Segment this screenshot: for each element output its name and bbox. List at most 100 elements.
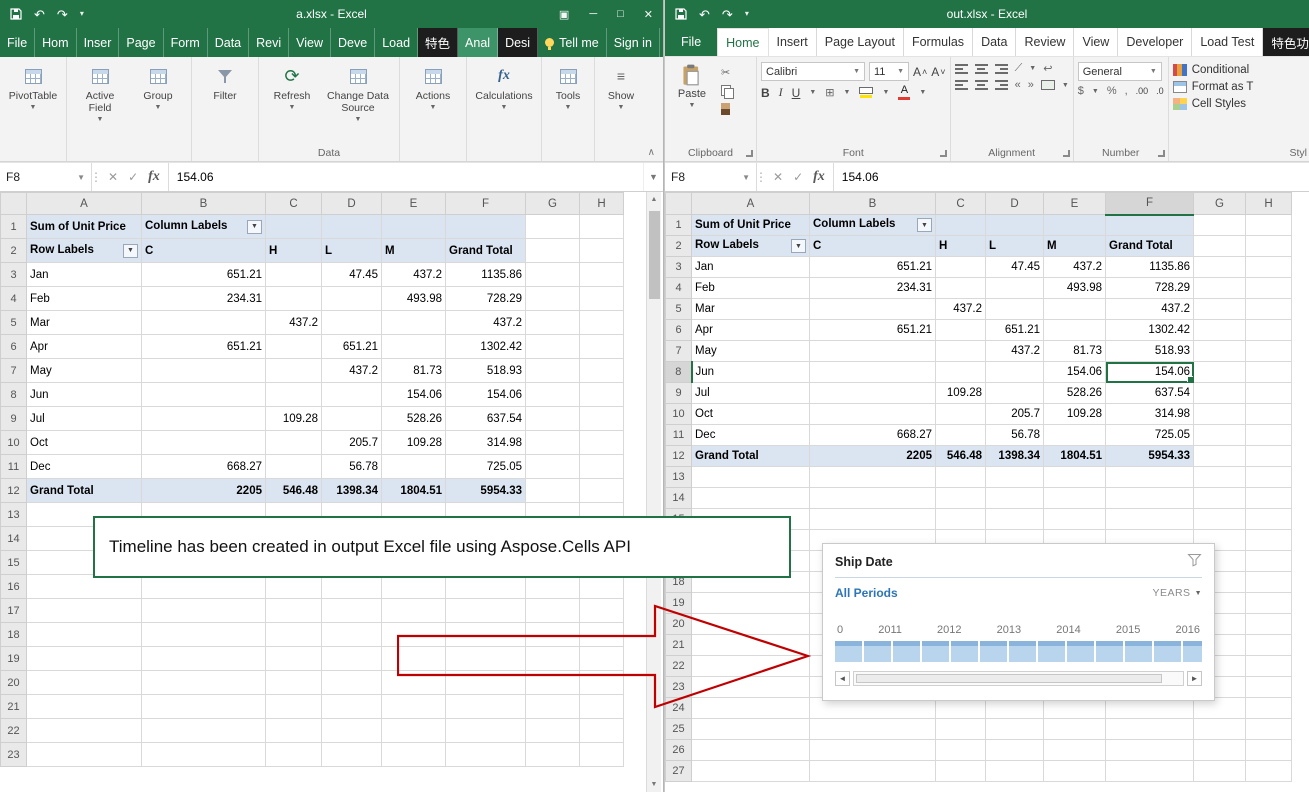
select-all-corner[interactable] [666, 193, 692, 215]
cell[interactable] [27, 623, 142, 647]
row-header[interactable]: 6 [1, 335, 27, 359]
cell[interactable]: 546.48 [266, 479, 322, 503]
cell[interactable] [266, 383, 322, 407]
tab-load-test[interactable]: Load Test [1192, 28, 1263, 56]
tab-file[interactable]: File [0, 28, 35, 57]
clear-filter-icon[interactable] [1187, 553, 1202, 570]
cell[interactable] [1194, 488, 1246, 509]
cell[interactable] [526, 479, 580, 503]
cell[interactable] [936, 362, 986, 383]
cell[interactable] [580, 239, 624, 263]
cell[interactable] [580, 719, 624, 743]
timeline-band[interactable] [835, 641, 1202, 662]
cell[interactable] [142, 599, 266, 623]
copy-icon[interactable] [721, 85, 733, 97]
cell[interactable]: 546.48 [936, 446, 986, 467]
column-header[interactable]: H [580, 193, 624, 215]
row-header[interactable]: 2 [1, 239, 27, 263]
bold-button[interactable]: B [761, 86, 770, 100]
pivot-col-header[interactable]: M [382, 239, 446, 263]
formula-input[interactable]: 154.06 [834, 163, 1309, 191]
cell[interactable] [266, 743, 322, 767]
cell[interactable]: Mar [27, 311, 142, 335]
cell[interactable] [266, 623, 322, 647]
cell[interactable] [27, 671, 142, 695]
number-dialog-launcher-icon[interactable] [1158, 150, 1165, 157]
cell[interactable] [1246, 614, 1292, 635]
timeline-year-label[interactable]: 0 [837, 624, 843, 636]
cell[interactable]: 518.93 [446, 359, 526, 383]
cell[interactable] [580, 383, 624, 407]
column-header[interactable]: F [446, 193, 526, 215]
cell[interactable] [322, 311, 382, 335]
save-icon[interactable] [675, 8, 687, 20]
wrap-text-icon[interactable]: ↩ [1043, 62, 1052, 75]
maximize-button[interactable]: □ [617, 8, 624, 21]
cell[interactable]: 651.21 [322, 335, 382, 359]
cell[interactable] [1044, 425, 1106, 446]
cell[interactable]: 5954.33 [1106, 446, 1194, 467]
cell[interactable] [1246, 698, 1292, 719]
cell[interactable] [142, 743, 266, 767]
cell[interactable] [526, 359, 580, 383]
cell[interactable]: 437.2 [322, 359, 382, 383]
cell[interactable] [1106, 740, 1194, 761]
row-labels-filter-dropdown[interactable]: ▼ [791, 239, 806, 253]
minimize-button[interactable]: ─ [589, 8, 597, 21]
pivot-title-cell[interactable]: Sum of Unit Price [27, 215, 142, 239]
cell[interactable]: 56.78 [322, 455, 382, 479]
pivot-col-header[interactable]: M [1044, 236, 1106, 257]
cell[interactable] [382, 335, 446, 359]
cell[interactable] [936, 425, 986, 446]
row-header[interactable]: 20 [1, 671, 27, 695]
cell[interactable] [1246, 530, 1292, 551]
formula-bar-splitter[interactable]: ⋮ [757, 163, 765, 191]
pivottable-button[interactable]: PivotTable ▼ [4, 62, 62, 112]
column-header[interactable]: E [382, 193, 446, 215]
cell[interactable] [986, 761, 1044, 782]
select-all-corner[interactable] [1, 193, 27, 215]
cell[interactable] [580, 335, 624, 359]
paste-button[interactable]: Paste ▼ [669, 62, 715, 109]
cell[interactable]: 1135.86 [1106, 257, 1194, 278]
cell[interactable] [692, 740, 810, 761]
align-right-icon[interactable] [995, 80, 1008, 90]
cell[interactable] [142, 383, 266, 407]
cell[interactable]: 1398.34 [986, 446, 1044, 467]
row-header[interactable]: 8 [1, 383, 27, 407]
row-header[interactable]: 21 [1, 695, 27, 719]
cell[interactable] [986, 278, 1044, 299]
cell[interactable] [27, 575, 142, 599]
row-header[interactable]: 25 [666, 719, 692, 740]
cell[interactable] [986, 362, 1044, 383]
quick-access-dropdown-icon[interactable]: ▾ [80, 10, 84, 18]
cell[interactable]: Mar [692, 299, 810, 320]
pivot-row-labels-cell[interactable]: ▼Row Labels [27, 239, 142, 263]
cell[interactable]: 1804.51 [1044, 446, 1106, 467]
row-header[interactable]: 3 [1, 263, 27, 287]
timeline-year-label[interactable]: 2016 [1175, 624, 1199, 636]
tools-button[interactable]: Tools ▼ [546, 62, 590, 112]
cell[interactable] [266, 575, 322, 599]
cell[interactable] [986, 467, 1044, 488]
cell[interactable] [266, 287, 322, 311]
row-header[interactable]: 6 [666, 320, 692, 341]
percent-style-button[interactable]: % [1107, 85, 1117, 97]
cell[interactable] [692, 467, 810, 488]
row-header[interactable]: 2 [666, 236, 692, 257]
tab-review[interactable]: Revi [249, 28, 289, 57]
column-labels-filter-dropdown[interactable]: ▼ [917, 218, 932, 232]
cell[interactable] [1044, 299, 1106, 320]
cell[interactable]: Jan [27, 263, 142, 287]
font-name-select[interactable]: Calibri▼ [761, 62, 865, 81]
cell[interactable]: 728.29 [446, 287, 526, 311]
cell[interactable]: Jun [692, 362, 810, 383]
pivot-title-cell[interactable]: Sum of Unit Price [692, 215, 810, 236]
cell[interactable]: 437.2 [1044, 257, 1106, 278]
cell[interactable] [446, 743, 526, 767]
cell[interactable]: 437.2 [986, 341, 1044, 362]
cell[interactable] [1246, 320, 1292, 341]
cell[interactable]: 1302.42 [1106, 320, 1194, 341]
tab-view[interactable]: View [1074, 28, 1118, 56]
cell[interactable] [266, 599, 322, 623]
